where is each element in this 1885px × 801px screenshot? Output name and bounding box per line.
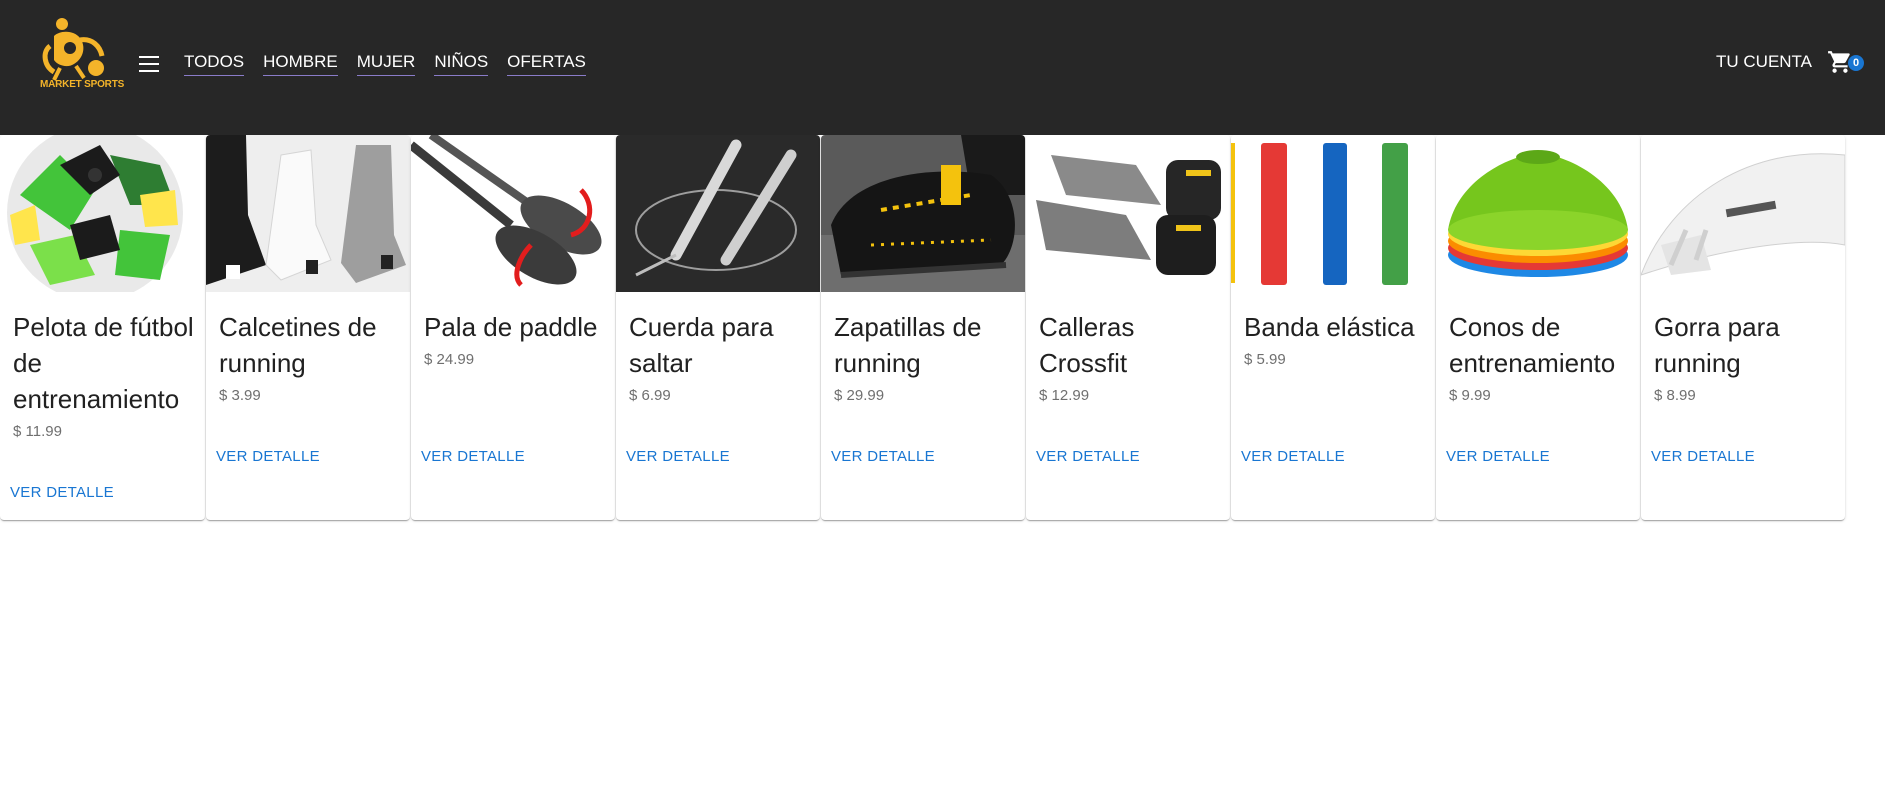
product-card[interactable]: Zapatillas de running $ 29.99 VER DETALL… xyxy=(821,135,1025,520)
product-card[interactable]: Conos de entrenamiento $ 9.99 VER DETALL… xyxy=(1436,135,1640,520)
product-image-socks xyxy=(206,135,410,292)
product-name: Zapatillas de running xyxy=(834,312,982,378)
top-app-bar: MARKET SPORTS TODOS HOMBRE MUJER NIÑOS O… xyxy=(0,0,1885,135)
view-detail-button[interactable]: VER DETALLE xyxy=(1241,448,1345,465)
product-name: Cuerda para saltar xyxy=(629,312,774,378)
product-card[interactable]: Gorra para running $ 8.99 VER DETALLE xyxy=(1641,135,1845,520)
product-name: Calleras Crossfit xyxy=(1039,312,1135,378)
product-title: Pelota de fútbol de entrenamiento $ 11.9… xyxy=(13,309,199,441)
product-title: Banda elástica $ 5.99 xyxy=(1244,309,1429,369)
product-image-training-cones xyxy=(1436,135,1640,292)
product-price: $ 8.99 xyxy=(1654,387,1696,404)
product-price: $ 6.99 xyxy=(629,387,671,404)
product-price: $ 24.99 xyxy=(424,351,475,368)
product-name: Conos de entrenamiento xyxy=(1449,312,1616,378)
product-name: Calcetines de running xyxy=(219,312,377,378)
nav-item-hombre[interactable]: HOMBRE xyxy=(263,52,338,76)
product-card[interactable]: Cuerda para saltar $ 6.99 VER DETALLE xyxy=(616,135,820,520)
product-image-soccer-ball xyxy=(0,135,205,292)
nav-item-ninos[interactable]: NIÑOS xyxy=(434,52,489,76)
market-sports-logo[interactable]: MARKET SPORTS xyxy=(40,16,125,96)
product-title: Calleras Crossfit $ 12.99 xyxy=(1039,309,1224,405)
product-image-resistance-bands xyxy=(1231,135,1435,292)
cart-button[interactable]: 0 xyxy=(1827,49,1864,79)
brand-name: MARKET SPORTS xyxy=(40,79,125,90)
cart-count-badge: 0 xyxy=(1848,55,1864,71)
product-title: Conos de entrenamiento $ 9.99 xyxy=(1449,309,1634,405)
view-detail-button[interactable]: VER DETALLE xyxy=(831,448,935,465)
logo-mark-icon xyxy=(42,18,105,81)
product-card[interactable]: Calleras Crossfit $ 12.99 VER DETALLE xyxy=(1026,135,1230,520)
view-detail-button[interactable]: VER DETALLE xyxy=(626,448,730,465)
nav-item-ofertas[interactable]: OFERTAS xyxy=(507,52,586,76)
product-price: $ 5.99 xyxy=(1244,351,1286,368)
product-title: Calcetines de running $ 3.99 xyxy=(219,309,404,405)
view-detail-button[interactable]: VER DETALLE xyxy=(1446,448,1550,465)
product-title: Pala de paddle $ 24.99 xyxy=(424,309,609,369)
product-title: Gorra para running $ 8.99 xyxy=(1654,309,1839,405)
nav-item-todos[interactable]: TODOS xyxy=(184,52,245,76)
product-card[interactable]: Pelota de fútbol de entrenamiento $ 11.9… xyxy=(0,135,205,520)
product-image-hand-grips xyxy=(1026,135,1230,292)
account-link[interactable]: TU CUENTA xyxy=(1716,52,1812,72)
product-price: $ 29.99 xyxy=(834,387,885,404)
product-card[interactable]: Calcetines de running $ 3.99 VER DETALLE xyxy=(206,135,410,520)
product-list: Pelota de fútbol de entrenamiento $ 11.9… xyxy=(0,135,1885,525)
product-name: Gorra para running xyxy=(1654,312,1780,378)
product-card[interactable]: Banda elástica $ 5.99 VER DETALLE xyxy=(1231,135,1435,520)
nav-item-mujer[interactable]: MUJER xyxy=(356,52,416,76)
product-title: Cuerda para saltar $ 6.99 xyxy=(629,309,814,405)
product-image-running-cap xyxy=(1641,135,1845,292)
product-card[interactable]: Pala de paddle $ 24.99 VER DETALLE xyxy=(411,135,615,520)
product-name: Pala de paddle xyxy=(424,312,598,342)
product-price: $ 12.99 xyxy=(1039,387,1090,404)
product-price: $ 9.99 xyxy=(1449,387,1491,404)
view-detail-button[interactable]: VER DETALLE xyxy=(216,448,320,465)
view-detail-button[interactable]: VER DETALLE xyxy=(1036,448,1140,465)
product-image-jump-rope xyxy=(616,135,820,292)
menu-icon[interactable] xyxy=(136,52,162,76)
view-detail-button[interactable]: VER DETALLE xyxy=(1651,448,1755,465)
view-detail-button[interactable]: VER DETALLE xyxy=(421,448,525,465)
product-image-running-shoes xyxy=(821,135,1025,292)
product-image-paddle xyxy=(411,135,615,292)
category-nav: TODOS HOMBRE MUJER NIÑOS OFERTAS xyxy=(184,52,605,76)
product-name: Pelota de fútbol de entrenamiento xyxy=(13,312,194,414)
view-detail-button[interactable]: VER DETALLE xyxy=(10,484,114,501)
product-title: Zapatillas de running $ 29.99 xyxy=(834,309,1019,405)
product-price: $ 11.99 xyxy=(13,423,62,440)
product-name: Banda elástica xyxy=(1244,312,1415,342)
product-price: $ 3.99 xyxy=(219,387,261,404)
